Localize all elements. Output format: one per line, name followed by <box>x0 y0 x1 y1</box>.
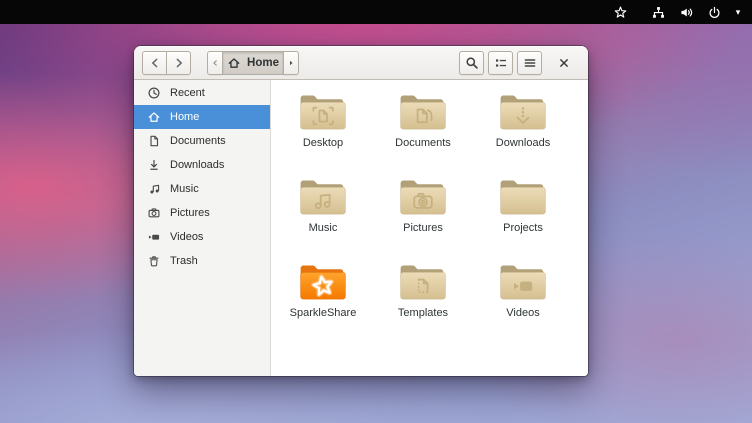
sidebar-item-label: Downloads <box>170 159 224 171</box>
power-icon[interactable] <box>705 3 723 21</box>
sidebar: Recent Home Documents Downloads Music <box>134 80 271 376</box>
folder-label: Templates <box>398 307 448 319</box>
dropdown-caret-icon[interactable]: ▾ <box>733 3 743 21</box>
recent-clock-icon <box>147 86 161 100</box>
search-icon <box>464 55 480 71</box>
folder-label: Videos <box>506 307 539 319</box>
music-notes-icon <box>147 182 161 196</box>
sidebar-item-label: Pictures <box>170 207 210 219</box>
folder-label: Projects <box>503 222 543 234</box>
trash-can-icon <box>147 254 161 268</box>
sidebar-item-pictures[interactable]: Pictures <box>134 201 270 225</box>
folder-documents[interactable]: Documents <box>373 89 473 174</box>
list-view-button[interactable] <box>488 51 513 75</box>
path-next-button[interactable] <box>283 51 299 75</box>
home-icon <box>147 110 161 124</box>
download-arrow-icon <box>147 158 161 172</box>
headerbar: Home <box>134 46 588 80</box>
file-manager-window: Home <box>134 46 588 376</box>
folder-desktop[interactable]: Desktop <box>273 89 373 174</box>
sidebar-item-downloads[interactable]: Downloads <box>134 153 270 177</box>
folder-pictures[interactable]: Pictures <box>373 174 473 259</box>
small-triangle-right-icon <box>286 58 296 68</box>
sidebar-item-label: Videos <box>170 231 203 243</box>
path-previous-button[interactable] <box>207 51 223 75</box>
documents-folder-icon <box>398 90 448 134</box>
home-icon <box>227 56 241 70</box>
folder-videos[interactable]: Videos <box>473 259 573 344</box>
network-icon[interactable] <box>649 3 667 21</box>
volume-icon[interactable] <box>677 3 695 21</box>
folder-label: Documents <box>395 137 451 149</box>
menu-button[interactable] <box>517 51 542 75</box>
files-grid: Desktop Documents <box>271 80 588 376</box>
top-bar: ▾ <box>0 0 752 24</box>
sidebar-item-label: Home <box>170 111 199 123</box>
window-body: Recent Home Documents Downloads Music <box>134 80 588 376</box>
path-home-label: Home <box>247 57 279 69</box>
sidebar-item-videos[interactable]: Videos <box>134 225 270 249</box>
close-button[interactable] <box>550 51 578 75</box>
desktop-wallpaper: ▾ Home <box>0 0 752 423</box>
sidebar-item-home[interactable]: Home <box>134 105 270 129</box>
path-home-button[interactable]: Home <box>222 51 284 75</box>
sidebar-item-label: Music <box>170 183 199 195</box>
folder-label: Pictures <box>403 222 443 234</box>
projects-folder-icon <box>498 175 548 219</box>
sidebar-item-music[interactable]: Music <box>134 177 270 201</box>
hamburger-menu-icon <box>522 55 538 71</box>
close-icon <box>557 56 571 70</box>
video-camera-icon <box>147 230 161 244</box>
pictures-folder-icon <box>398 175 448 219</box>
folder-downloads[interactable]: Downloads <box>473 89 573 174</box>
camera-icon <box>147 206 161 220</box>
folder-label: Downloads <box>496 137 550 149</box>
sidebar-item-trash[interactable]: Trash <box>134 249 270 273</box>
folder-label: Music <box>309 222 338 234</box>
chevron-right-icon <box>171 55 187 71</box>
sidebar-item-label: Documents <box>170 135 226 147</box>
folder-sparkleshare[interactable]: SparkleShare <box>273 259 373 344</box>
sidebar-item-label: Trash <box>170 255 198 267</box>
back-button[interactable] <box>142 51 167 75</box>
downloads-folder-icon <box>498 90 548 134</box>
sparkleshare-folder-icon <box>298 260 348 304</box>
videos-folder-icon <box>498 260 548 304</box>
folder-templates[interactable]: Templates <box>373 259 473 344</box>
folder-projects[interactable]: Projects <box>473 174 573 259</box>
forward-button[interactable] <box>166 51 191 75</box>
folder-music[interactable]: Music <box>273 174 373 259</box>
small-chevron-left-icon <box>210 58 220 68</box>
sidebar-item-documents[interactable]: Documents <box>134 129 270 153</box>
sidebar-item-label: Recent <box>170 87 205 99</box>
search-button[interactable] <box>459 51 484 75</box>
templates-folder-icon <box>398 260 448 304</box>
document-icon <box>147 134 161 148</box>
chevron-left-icon <box>147 55 163 71</box>
headerbar-right-buttons <box>459 51 542 75</box>
star-icon[interactable] <box>611 3 629 21</box>
path-bar: Home <box>207 51 299 75</box>
sidebar-item-recent[interactable]: Recent <box>134 81 270 105</box>
folder-label: Desktop <box>303 137 343 149</box>
music-folder-icon <box>298 175 348 219</box>
folder-label: SparkleShare <box>290 307 357 319</box>
history-nav-group <box>142 51 191 75</box>
desktop-folder-icon <box>298 90 348 134</box>
list-view-icon <box>493 55 509 71</box>
